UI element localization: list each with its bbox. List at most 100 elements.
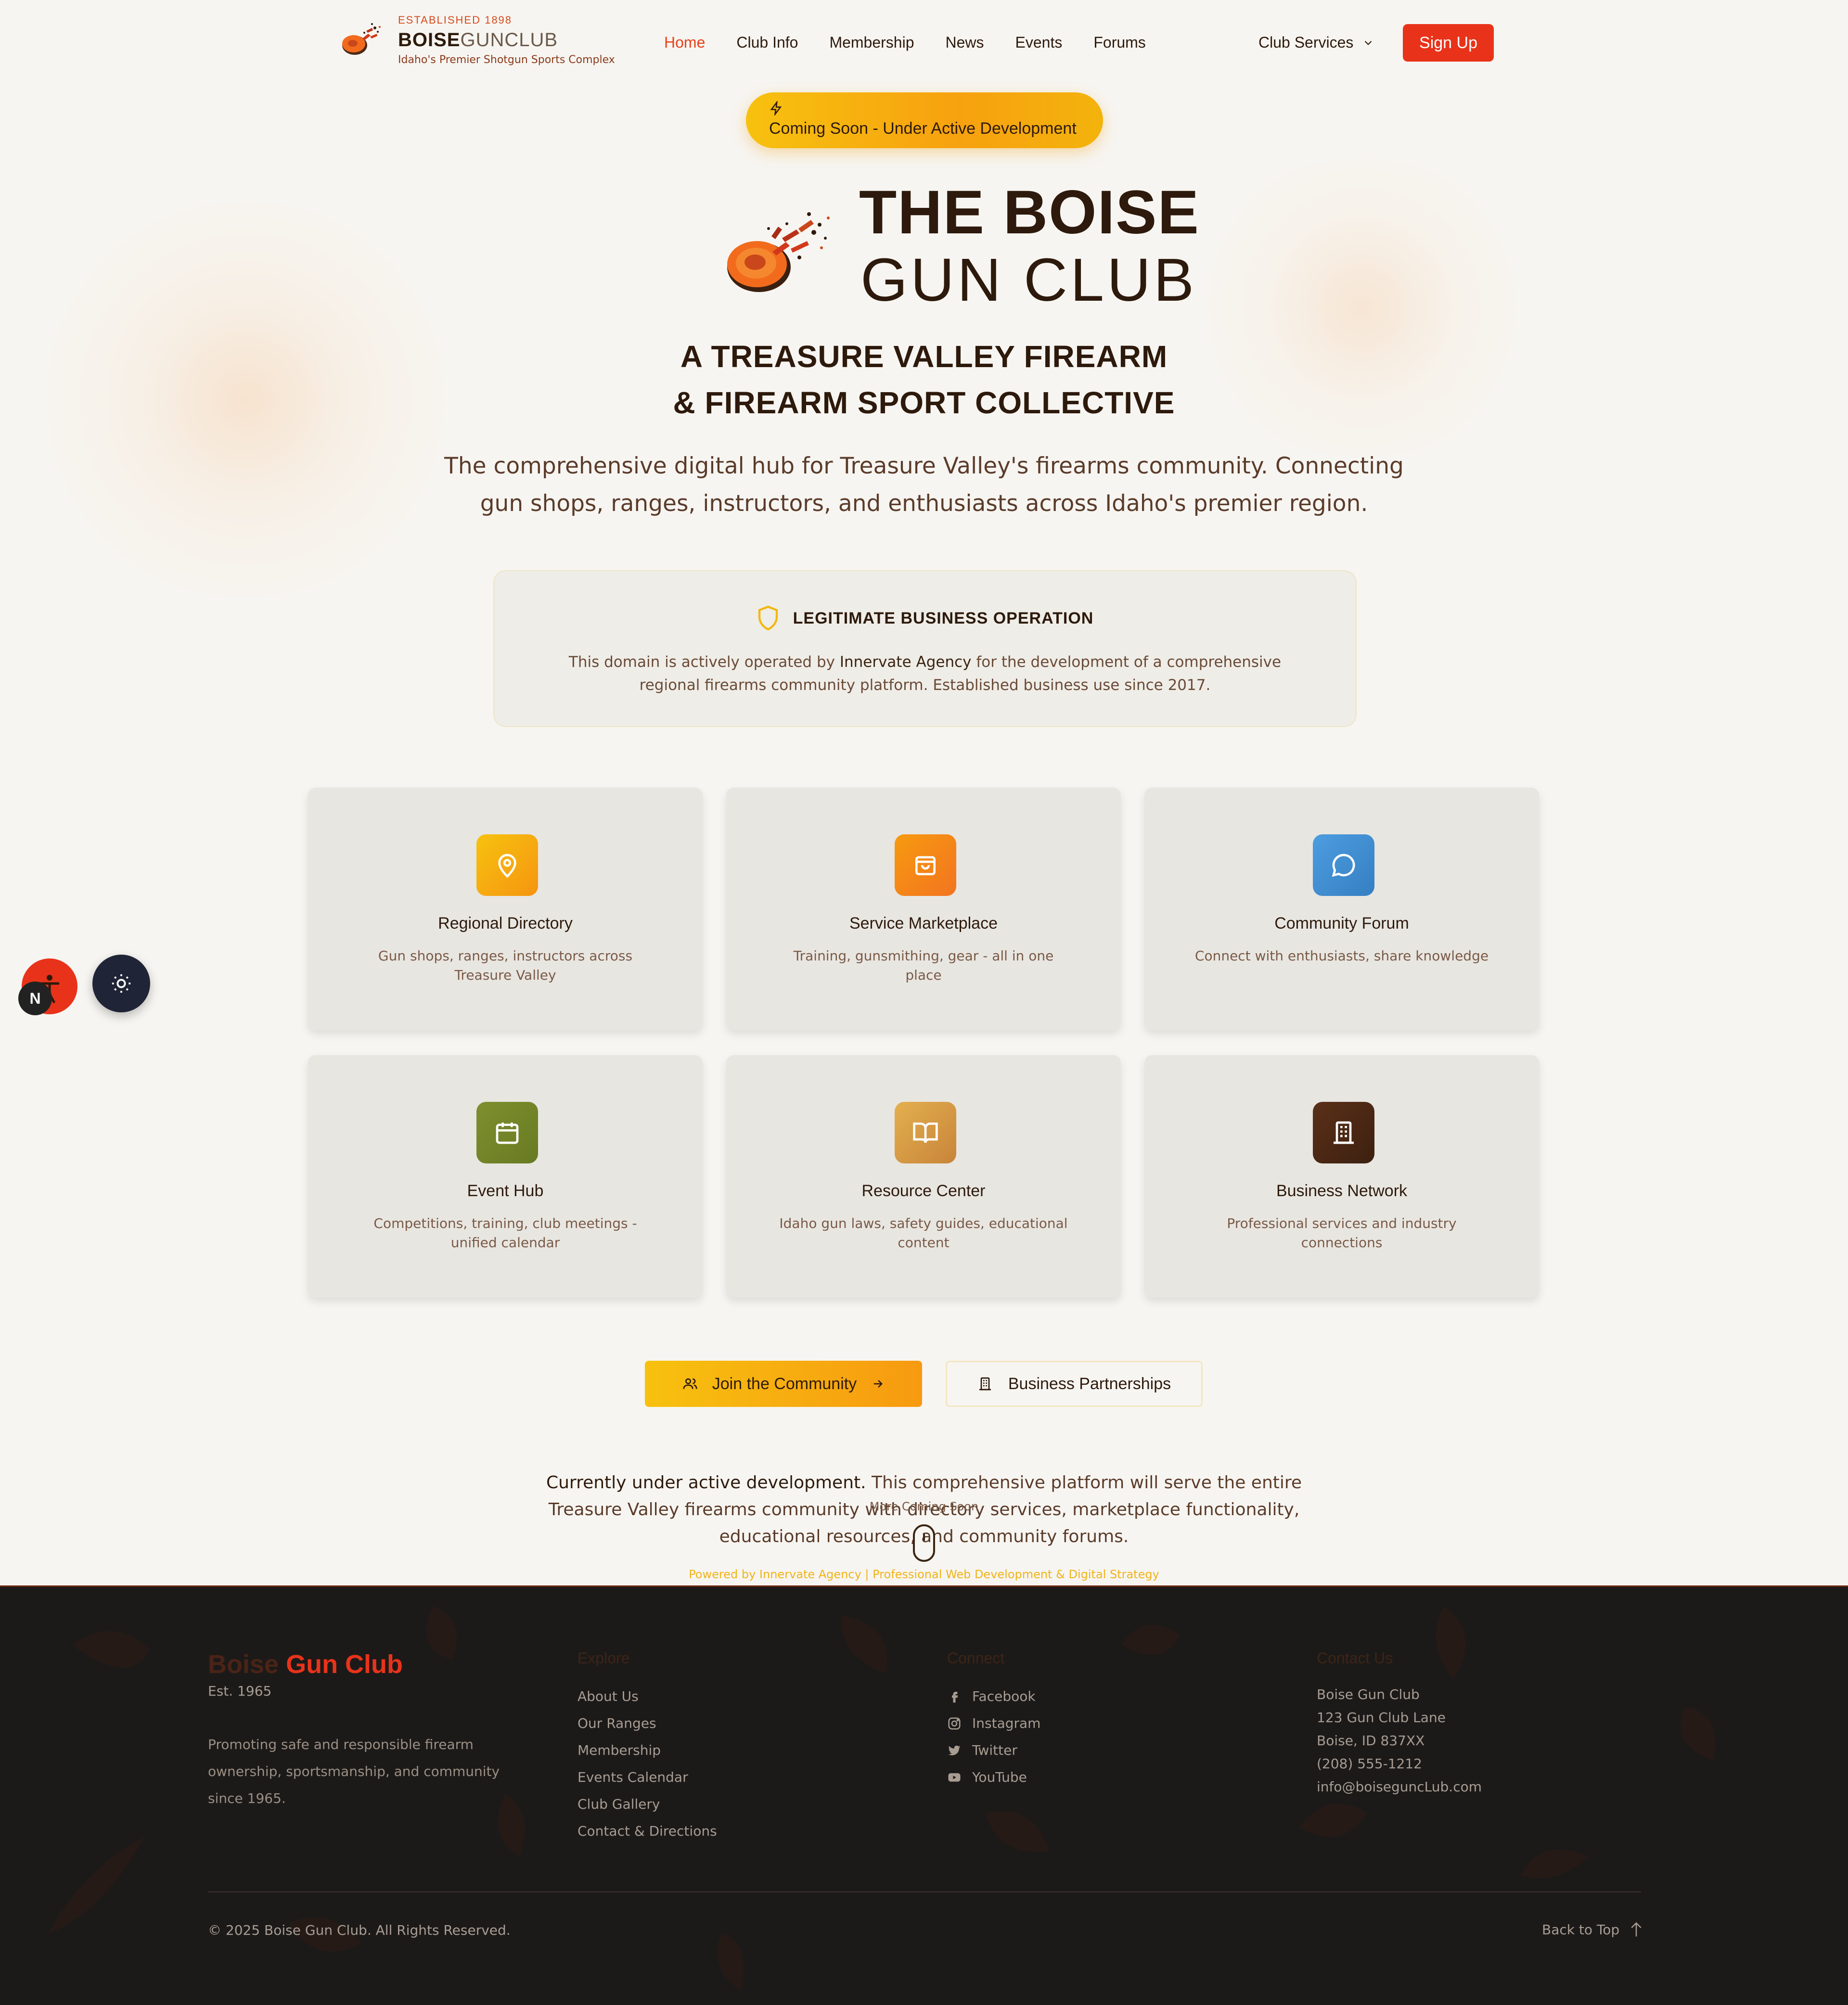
footer-connect-title: Connect — [947, 1649, 1005, 1667]
footer-social-label: Facebook — [972, 1688, 1036, 1704]
footer-link-events-calendar[interactable]: Events Calendar — [578, 1764, 717, 1791]
legit-title: LEGITIMATE BUSINESS OPERATION — [793, 609, 1094, 627]
hero-title-line1: THE BOISE — [859, 178, 1200, 247]
footer-social-label: Instagram — [972, 1715, 1041, 1731]
footer-contact-list: Boise Gun Club 123 Gun Club Lane Boise, … — [1317, 1683, 1482, 1799]
coming-soon-text: Coming Soon - Under Active Development — [769, 119, 1077, 138]
footer-link-about-us[interactable]: About Us — [578, 1683, 717, 1710]
brand-logo-link[interactable]: ESTABLISHED 1898 BOISEGUNCLUB Idaho's Pr… — [334, 13, 615, 66]
feature-description: Competitions, training, club meetings - … — [373, 1215, 637, 1251]
footer-social-twitter[interactable]: Twitter — [947, 1737, 1040, 1764]
feature-card-event-hub[interactable]: Event Hub Competitions, training, club m… — [308, 1055, 703, 1298]
feature-card-business-network[interactable]: Business Network Professional services a… — [1144, 1055, 1539, 1298]
nav-link-forums[interactable]: Forums — [1093, 34, 1145, 51]
youtube-icon — [948, 1773, 961, 1782]
footer-social-facebook[interactable]: Facebook — [947, 1683, 1040, 1710]
footer-brand-dim: Boise — [208, 1650, 279, 1679]
map-pin-icon — [476, 834, 538, 896]
top-navigation: ESTABLISHED 1898 BOISEGUNCLUB Idaho's Pr… — [0, 0, 1848, 87]
brand-name: BOISEGUNCLUB — [398, 29, 615, 51]
footer-connect-list: Facebook Instagram Twitter YouTube — [947, 1683, 1040, 1791]
lightning-icon — [770, 101, 782, 115]
feature-title: Business Network — [1276, 1182, 1408, 1200]
sign-up-button[interactable]: Sign Up — [1403, 24, 1494, 62]
brand-tagline: Idaho's Premier Shotgun Sports Complex — [398, 54, 615, 66]
hero-lead-text: The comprehensive digital hub for Treasu… — [444, 453, 1404, 517]
footer-contact-city: Boise, ID 837XX — [1317, 1733, 1425, 1749]
shopping-bag-icon — [895, 834, 956, 896]
footer-contact-name: Boise Gun Club — [1317, 1686, 1420, 1702]
shield-icon — [758, 605, 778, 631]
brand-established: ESTABLISHED 1898 — [398, 14, 513, 26]
club-services-label: Club Services — [1258, 34, 1354, 51]
clay-target-logo-icon — [342, 23, 381, 55]
footer-contact-email[interactable]: info@boiseguncLub.com — [1317, 1775, 1482, 1799]
footer-contact-title: Contact Us — [1317, 1649, 1393, 1667]
footer-description: Promoting safe and responsible firearm o… — [208, 1737, 500, 1806]
feature-title: Regional Directory — [438, 914, 573, 932]
feature-card-service-marketplace[interactable]: Service Marketplace Training, gunsmithin… — [726, 788, 1121, 1030]
more-coming-soon-text: More Coming Soon — [869, 1500, 979, 1513]
nav-link-news[interactable]: News — [946, 34, 984, 51]
hero-subtitle-line1: A TREASURE VALLEY FIREARM — [680, 339, 1168, 374]
footer-link-our-ranges[interactable]: Our Ranges — [578, 1710, 717, 1737]
page: ESTABLISHED 1898 BOISEGUNCLUB Idaho's Pr… — [0, 0, 1848, 2005]
join-community-label: Join the Community — [712, 1374, 857, 1393]
hero-title-line2: GUN CLUB — [860, 246, 1197, 314]
club-services-dropdown[interactable]: Club Services — [1258, 34, 1374, 51]
back-to-top-link[interactable]: Back to Top — [1542, 1921, 1643, 1938]
join-community-button[interactable]: Join the Community — [645, 1361, 922, 1407]
footer-brand: Boise Gun Club — [208, 1649, 403, 1679]
back-to-top-label: Back to Top — [1542, 1921, 1620, 1938]
footer-explore-title: Explore — [578, 1649, 630, 1667]
footer-brand-red: Gun Club — [286, 1650, 403, 1679]
nav-link-membership[interactable]: Membership — [829, 34, 914, 51]
feature-description: Idaho gun laws, safety guides, education… — [779, 1215, 1068, 1251]
nav-link-club-info[interactable]: Club Info — [736, 34, 798, 51]
footer-contact-phone[interactable]: (208) 555-1212 — [1317, 1752, 1482, 1775]
footer-social-label: Twitter — [972, 1742, 1017, 1758]
sun-icon — [112, 974, 131, 993]
chevron-down-icon — [1365, 40, 1372, 45]
twitter-icon — [948, 1745, 961, 1756]
users-icon — [683, 1378, 697, 1389]
footer-link-membership[interactable]: Membership — [578, 1737, 717, 1764]
powered-by-text: Powered by Innervate Agency | Profession… — [689, 1568, 1159, 1581]
site-footer: Boise Gun Club Est. 1965 Promoting safe … — [0, 1585, 1848, 2005]
feature-description: Professional services and industry conne… — [1227, 1215, 1457, 1251]
feature-card-regional-directory[interactable]: Regional Directory Gun shops, ranges, in… — [308, 788, 703, 1030]
feature-description: Connect with enthusiasts, share knowledg… — [1194, 948, 1489, 964]
business-partnerships-button[interactable]: Business Partnerships — [946, 1361, 1203, 1407]
business-partnerships-label: Business Partnerships — [1008, 1374, 1171, 1393]
chat-bubble-icon — [1313, 834, 1374, 896]
footer-social-label: YouTube — [972, 1769, 1027, 1785]
legit-header: LEGITIMATE BUSINESS OPERATION — [494, 605, 1356, 632]
theme-toggle-button[interactable] — [92, 955, 150, 1012]
feature-description: Gun shops, ranges, instructors across Tr… — [378, 948, 633, 983]
instagram-icon — [948, 1717, 961, 1730]
footer-social-instagram[interactable]: Instagram — [947, 1710, 1040, 1737]
brand-name-bold: BOISE — [398, 29, 461, 51]
hero-clay-target-logo-icon — [727, 212, 830, 292]
scroll-mouse-icon[interactable] — [912, 1523, 936, 1563]
hero-subtitle-line2: & FIREARM SPORT COLLECTIVE — [673, 385, 1175, 420]
footer-link-club-gallery[interactable]: Club Gallery — [578, 1791, 717, 1818]
footer-social-youtube[interactable]: YouTube — [947, 1764, 1040, 1791]
feature-card-community-forum[interactable]: Community Forum Connect with enthusiasts… — [1144, 788, 1539, 1030]
book-open-icon — [895, 1102, 956, 1163]
calendar-icon — [476, 1102, 538, 1163]
feature-card-resource-center[interactable]: Resource Center Idaho gun laws, safety g… — [726, 1055, 1121, 1298]
footer-link-contact-directions[interactable]: Contact & Directions — [578, 1818, 717, 1845]
nav-link-home[interactable]: Home — [664, 34, 705, 51]
n-badge-button[interactable]: N — [18, 982, 52, 1015]
nav-link-events[interactable]: Events — [1015, 34, 1063, 51]
building-icon — [1313, 1102, 1374, 1163]
feature-title: Service Marketplace — [849, 914, 998, 932]
development-note-strong: Currently under active development. — [546, 1473, 866, 1493]
feature-description: Training, gunsmithing, gear - all in one… — [793, 948, 1054, 983]
coming-soon-badge: Coming Soon - Under Active Development — [746, 92, 1103, 148]
legitimate-business-notice: LEGITIMATE BUSINESS OPERATION This domai… — [493, 570, 1357, 727]
footer-established: Est. 1965 — [208, 1683, 272, 1699]
arrow-right-icon — [874, 1380, 883, 1388]
legit-body: This domain is actively operated by Inne… — [538, 651, 1312, 697]
